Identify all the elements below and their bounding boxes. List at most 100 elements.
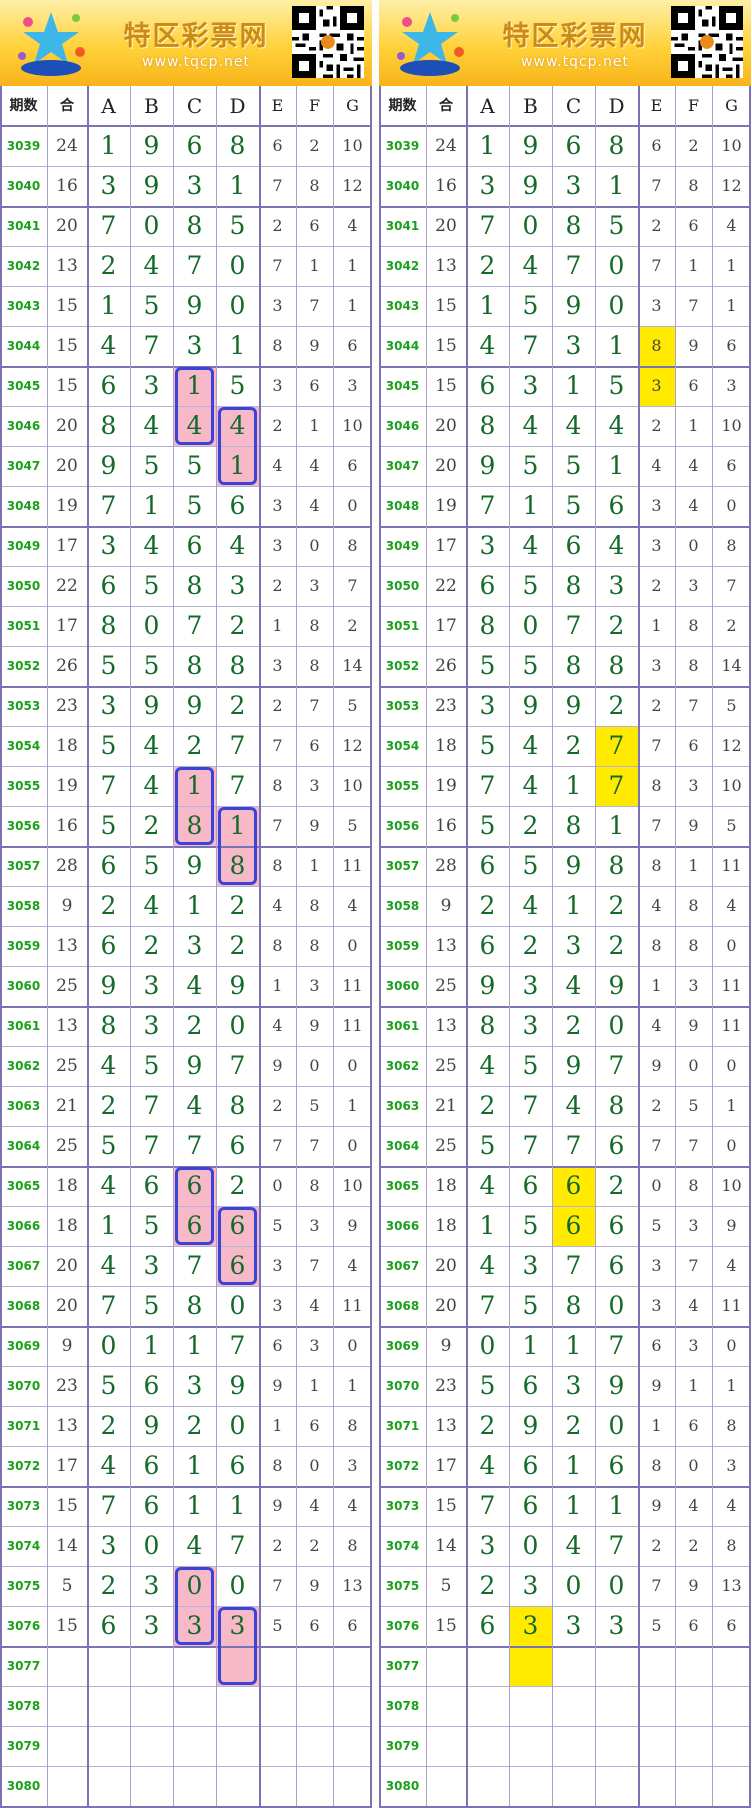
- cell-issue: 3079: [6, 1739, 41, 1753]
- cell-c: 8: [565, 211, 582, 240]
- cell-sum: 14: [56, 1536, 78, 1556]
- cell-a: 8: [479, 1011, 496, 1040]
- qr-code-icon: [671, 6, 743, 78]
- cell-a: 3: [479, 171, 496, 200]
- cell-sum: 20: [435, 456, 457, 476]
- row-divider: [379, 806, 751, 807]
- table-row: 3077: [379, 1646, 751, 1686]
- cell-g: 1: [726, 256, 737, 275]
- cell-d: 8: [229, 651, 246, 680]
- column-divider: [333, 86, 334, 1806]
- cell-e: 2: [651, 696, 662, 715]
- cell-issue: 3061: [6, 1019, 41, 1033]
- cell-b: 9: [143, 171, 160, 200]
- row-divider: [0, 446, 372, 447]
- cell-f: 8: [309, 896, 320, 915]
- cell-e: 3: [651, 1256, 662, 1275]
- row-divider: [0, 286, 372, 287]
- cell-g: 0: [347, 1336, 358, 1355]
- cell-g: 1: [347, 256, 358, 275]
- table-row: 3050 22 6 5 8 3 2 3 7: [0, 566, 372, 606]
- cell-d: 6: [229, 1131, 246, 1160]
- cell-c: 8: [186, 211, 203, 240]
- cell-c: 3: [186, 931, 203, 960]
- cell-c: 2: [186, 1011, 203, 1040]
- site-url[interactable]: www.tqcp.net: [495, 54, 655, 70]
- cell-issue: 3043: [6, 299, 41, 313]
- cell-e: 2: [651, 216, 662, 235]
- column-divider: [130, 86, 131, 1806]
- table-row: 3040 16 3 9 3 1 7 8 12: [0, 166, 372, 206]
- cell-c: 3: [565, 1371, 582, 1400]
- cell-f: 5: [688, 1096, 699, 1115]
- cell-f: 3: [688, 976, 699, 995]
- cell-d: 7: [608, 1051, 625, 1080]
- cell-e: 7: [272, 816, 283, 835]
- cell-e: 0: [272, 1176, 283, 1195]
- cell-sum: 15: [56, 296, 78, 316]
- row-divider: [379, 406, 751, 407]
- cell-a: 6: [100, 851, 117, 880]
- cell-issue: 3046: [385, 419, 420, 433]
- cell-b: [130, 1726, 173, 1766]
- table-row: 3052 26 5 5 8 8 3 8 14: [379, 646, 751, 686]
- cell-d: 4: [608, 531, 625, 560]
- cell-c: 4: [565, 411, 582, 440]
- site-title: 特区彩票网: [123, 21, 269, 52]
- cell-d: 5: [229, 211, 246, 240]
- cell-sum: 15: [435, 1496, 457, 1516]
- cell-g: 10: [342, 776, 363, 795]
- cell-issue: 3052: [385, 659, 420, 673]
- cell-g: 4: [347, 1256, 358, 1275]
- row-divider: [379, 1646, 751, 1648]
- cell-c: 3: [186, 171, 203, 200]
- cell-f: 6: [309, 1616, 320, 1635]
- cell-d: 8: [608, 1091, 625, 1120]
- cell-sum: 17: [56, 616, 78, 636]
- cell-sum: 16: [56, 816, 78, 836]
- cell-g: 0: [726, 1136, 737, 1155]
- cell-g: 4: [726, 1256, 737, 1275]
- table-row: 3039 24 1 9 6 8 6 2 10: [0, 126, 372, 166]
- cell-sum: 23: [435, 696, 457, 716]
- cell-b: 5: [143, 291, 160, 320]
- cell-a: 2: [100, 251, 117, 280]
- header-a: A: [480, 94, 495, 118]
- cell-f: 5: [309, 1096, 320, 1115]
- cell-c: [173, 1726, 216, 1766]
- cell-a: 8: [100, 611, 117, 640]
- table-row: 3044 15 4 7 3 1 8 9 6: [0, 326, 372, 366]
- cell-f: 1: [309, 256, 320, 275]
- cell-e: 5: [651, 1616, 662, 1635]
- row-divider: [0, 1686, 372, 1687]
- cell-c: 7: [186, 251, 203, 280]
- cell-b: [130, 1766, 173, 1806]
- cell-e: 2: [651, 576, 662, 595]
- table-row: 3049 17 3 4 6 4 3 0 8: [379, 526, 751, 566]
- table-row: 3043 15 1 5 9 0 3 7 1: [0, 286, 372, 326]
- row-divider: [379, 1406, 751, 1407]
- cell-g: 3: [347, 376, 358, 395]
- cell-sum: 25: [56, 1056, 78, 1076]
- cell-g: 4: [347, 1496, 358, 1515]
- cell-sum: 15: [56, 336, 78, 356]
- cell-d: 1: [608, 331, 625, 360]
- cell-a: 2: [100, 891, 117, 920]
- row-divider: [379, 1326, 751, 1328]
- cell-a: 3: [100, 171, 117, 200]
- row-divider: [379, 1726, 751, 1727]
- column-divider: [426, 86, 427, 1806]
- cell-a: 7: [479, 771, 496, 800]
- site-url[interactable]: www.tqcp.net: [116, 54, 276, 70]
- cell-f: 4: [309, 456, 320, 475]
- cell-a: 4: [100, 331, 117, 360]
- cell-f: 9: [688, 336, 699, 355]
- cell-a: 9: [479, 451, 496, 480]
- logo-icon: [18, 12, 85, 76]
- cell-d: 1: [229, 1491, 246, 1520]
- cell-issue: 3060: [6, 979, 41, 993]
- cell-sum: 13: [435, 1016, 457, 1036]
- cell-g: 1: [726, 1376, 737, 1395]
- cell-b: 2: [143, 811, 160, 840]
- cell-g: 1: [726, 1096, 737, 1115]
